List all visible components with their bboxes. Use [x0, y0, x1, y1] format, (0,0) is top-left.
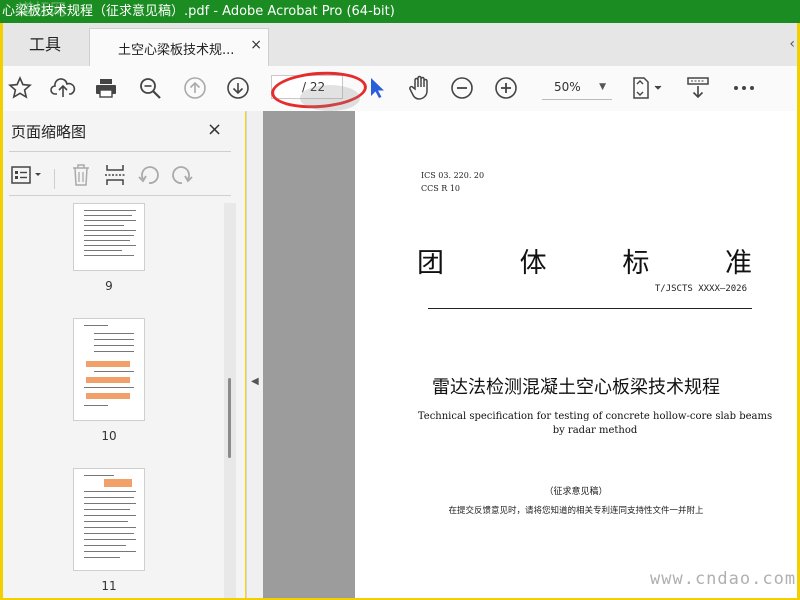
zoom-out-icon[interactable] — [447, 74, 477, 102]
divider — [9, 151, 231, 152]
rotate-right-icon[interactable] — [167, 161, 197, 189]
divider — [9, 195, 231, 196]
rotate-left-icon[interactable] — [134, 161, 164, 189]
scrollbar-thumb[interactable] — [228, 378, 231, 458]
chevron-left-icon: ◀ — [251, 376, 259, 387]
heading-char: 准 — [724, 248, 752, 279]
more-icon[interactable] — [729, 74, 759, 102]
standard-heading: 团 体 标 准 — [417, 241, 752, 280]
divider — [54, 169, 55, 189]
ics-code: ICS 03. 220. 20 — [421, 171, 485, 180]
thumbnail-pane: 页面缩略图 × 9 10 11 — [3, 111, 245, 598]
delete-icon[interactable] — [66, 161, 96, 189]
close-tab-icon[interactable]: × — [250, 37, 262, 53]
thumbnail-label: 10 — [101, 429, 117, 443]
zoom-search-icon[interactable] — [135, 74, 165, 102]
thumbnail-label: 9 — [105, 279, 113, 293]
pane-title: 页面缩略图 — [11, 123, 87, 141]
document-tab-label: 土空心梁板技术规... — [118, 43, 235, 58]
heading-char: 团 — [417, 248, 444, 279]
divider — [428, 308, 752, 309]
page-thumbnail[interactable] — [73, 318, 145, 421]
insert-page-icon[interactable] — [100, 161, 130, 189]
print-icon[interactable] — [91, 74, 121, 102]
heading-char: 标 — [622, 248, 650, 279]
feedback-note: 在提交反馈意见时，请将您知道的相关专利连同支持性文件一并附上 — [448, 506, 704, 516]
page-thumbnail[interactable] — [73, 468, 145, 571]
chevron-down-icon: ▼ — [599, 82, 606, 92]
thumbnail-label: 11 — [101, 579, 117, 593]
zoom-level-value: 50% — [554, 80, 581, 94]
chinese-title: 雷达法检测混凝土空心板梁技术规程 — [432, 377, 720, 398]
draft-label: （征求意见稿） — [544, 487, 608, 497]
star-icon[interactable] — [5, 74, 35, 102]
ccs-code: CCS R 10 — [421, 184, 461, 193]
page-thumbnail[interactable] — [73, 203, 145, 271]
close-pane-icon[interactable]: × — [207, 119, 222, 140]
ics-code-block: ICS 03. 220. 20 CCS R 10 — [421, 169, 484, 195]
collapse-pane-handle[interactable]: ◀ — [246, 111, 264, 598]
watermark-blob — [300, 85, 360, 111]
pane-toolbar — [3, 155, 245, 195]
heading-char: 体 — [519, 248, 547, 279]
hand-icon[interactable] — [405, 74, 435, 102]
zoom-level-select[interactable]: 50% ▼ — [542, 75, 612, 100]
fit-page-icon[interactable] — [629, 74, 667, 102]
thumbnail-scrollbar[interactable] — [224, 203, 236, 598]
english-title: Technical specification for testing of c… — [417, 411, 773, 436]
cloud-upload-icon[interactable] — [48, 74, 78, 102]
pdf-page: ICS 03. 220. 20 CCS R 10 团 体 标 准 T/JSCTS… — [355, 111, 797, 598]
toolbar: / 22 50% ▼ — [3, 66, 797, 112]
page-down-icon[interactable] — [223, 74, 253, 102]
tab-tools[interactable]: 工具 — [3, 23, 87, 66]
watermark-logo-text: 道标网 — [18, 0, 67, 19]
scroll-mode-icon[interactable] — [683, 74, 713, 102]
watermark-url: www.cndao.com — [650, 569, 797, 589]
zoom-in-icon[interactable] — [491, 74, 521, 102]
standard-code: T/JSCTS XXXX—2026 — [654, 284, 747, 294]
document-view: ICS 03. 220. 20 CCS R 10 团 体 标 准 T/JSCTS… — [263, 111, 797, 598]
tab-document[interactable]: 土空心梁板技术规... × — [89, 28, 269, 66]
title-bar: 心梁板技术规程（征求意见稿）.pdf - Adobe Acrobat Pro (… — [0, 0, 800, 23]
page-up-icon[interactable] — [180, 74, 210, 102]
options-menu-icon[interactable] — [9, 161, 45, 189]
tab-bar: 工具 土空心梁板技术规... × ‹ — [3, 23, 797, 66]
tab-overflow-icon[interactable]: ‹ — [789, 36, 795, 52]
